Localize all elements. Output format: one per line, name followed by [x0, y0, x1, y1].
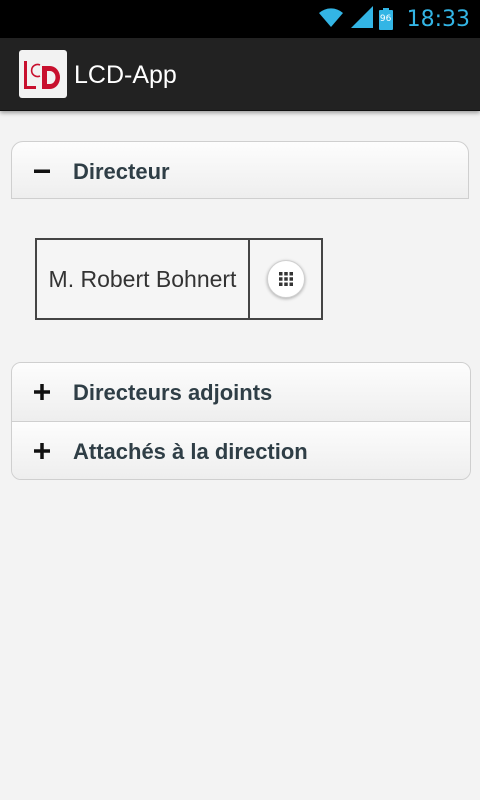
wifi-icon [317, 5, 345, 34]
battery-icon: 96 [378, 8, 393, 30]
battery-level: 96 [379, 14, 392, 24]
section-header-directeurs-adjoints[interactable]: Directeurs adjoints [12, 363, 470, 421]
section-content-directeur: M. Robert Bohnert [11, 199, 469, 361]
action-bar: LCD-App [0, 38, 480, 111]
plus-icon [32, 363, 52, 421]
section-label: Directeur [73, 159, 170, 184]
person-action-cell [250, 240, 321, 318]
status-time: 18:33 [406, 6, 470, 32]
status-icons: 96 18:33 [317, 0, 470, 38]
person-row: M. Robert Bohnert [35, 238, 323, 320]
grid-icon [278, 272, 293, 286]
section-label: Attachés à la direction [73, 439, 308, 464]
lcd-logo-graphic [24, 61, 61, 89]
details-button[interactable] [266, 260, 305, 298]
accordion-directeur: Directeur M. Robert Bohnert [11, 141, 469, 361]
person-name: M. Robert Bohnert [37, 240, 250, 318]
section-label: Directeurs adjoints [73, 380, 273, 405]
lcd-logo-icon[interactable] [19, 50, 67, 98]
section-header-attaches[interactable]: Attachés à la direction [12, 421, 470, 479]
plus-icon [32, 422, 52, 479]
minus-icon [32, 142, 52, 200]
accordion-collapsed-group: Directeurs adjoints Attachés à la direct… [11, 362, 471, 480]
status-bar: 96 18:33 [0, 0, 480, 38]
signal-icon [350, 5, 373, 34]
app-title: LCD-App [74, 61, 177, 89]
section-header-directeur[interactable]: Directeur [11, 141, 469, 199]
